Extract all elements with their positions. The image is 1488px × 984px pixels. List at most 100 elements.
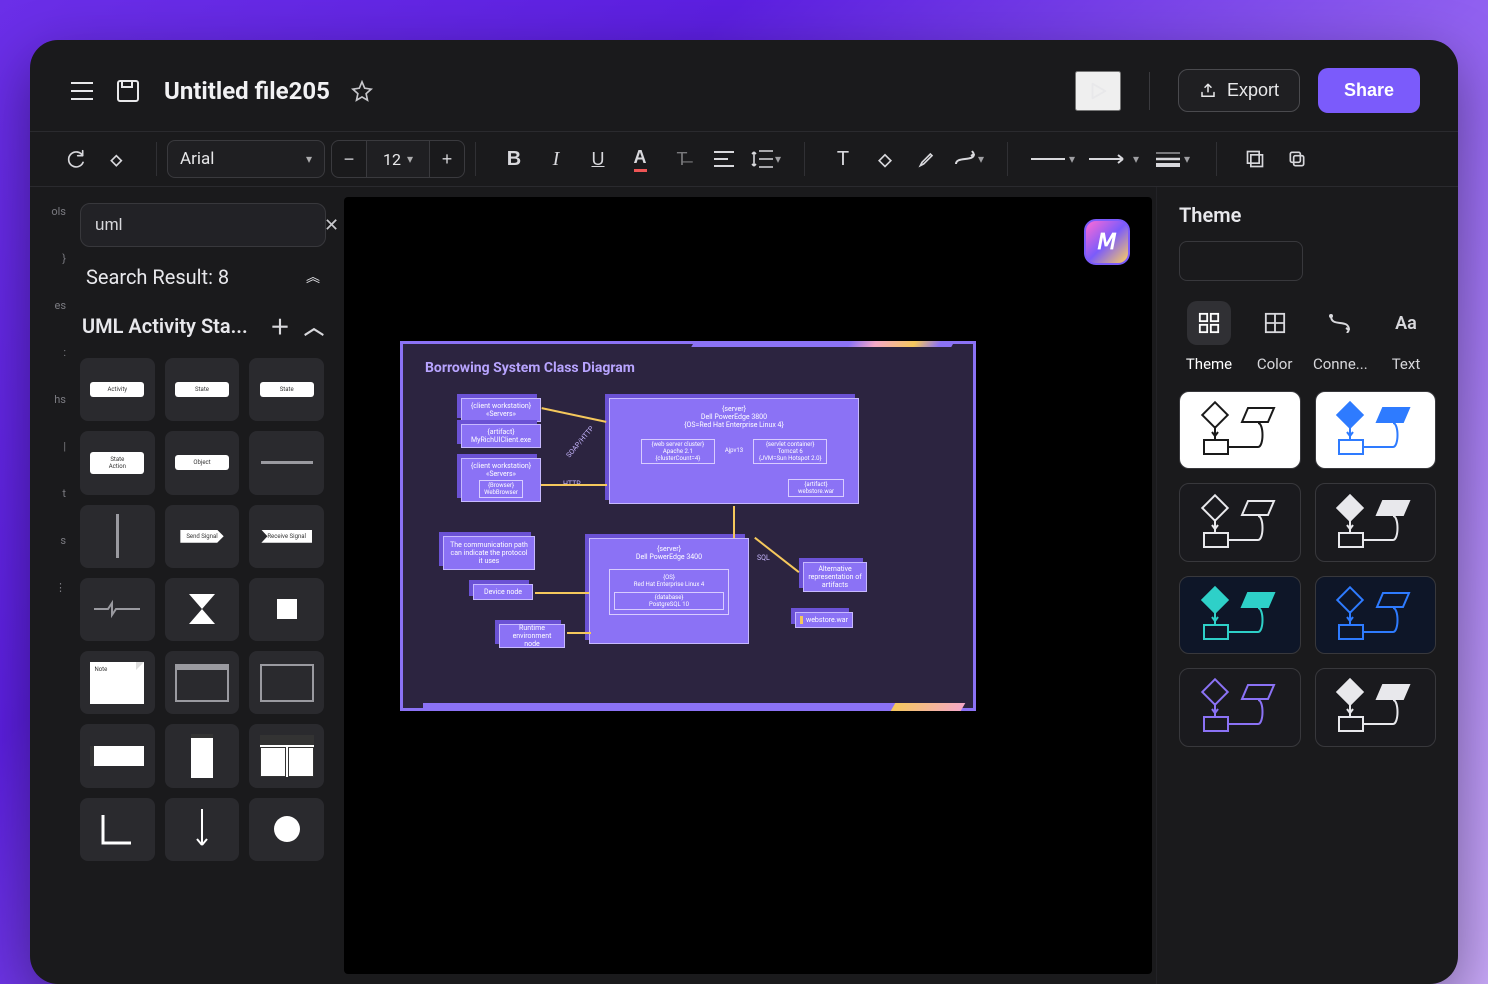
shape-cell[interactable]: Note — [80, 651, 155, 714]
shape-cell[interactable] — [249, 431, 324, 494]
shape-cell[interactable] — [249, 798, 324, 861]
favorite-star-icon[interactable] — [348, 77, 376, 105]
font-family-dropdown[interactable]: Arial ▾ — [167, 140, 325, 178]
tab-text[interactable]: Aa Text — [1376, 301, 1436, 373]
node-alt[interactable]: Alternative representation of artifacts — [803, 562, 867, 592]
shape-cell[interactable] — [165, 578, 240, 641]
chevron-down-icon: ▾ — [306, 152, 312, 166]
shape-cell[interactable]: State — [249, 358, 324, 421]
menu-icon[interactable] — [68, 77, 96, 105]
export-button[interactable]: Export — [1178, 69, 1300, 112]
diagram-frame[interactable]: Borrowing System Class Diagram {client w… — [400, 341, 976, 711]
theme-option[interactable] — [1315, 576, 1437, 654]
search-input[interactable] — [95, 215, 316, 235]
shape-cell[interactable] — [80, 798, 155, 861]
save-icon[interactable] — [114, 77, 142, 105]
arrow-style-icon[interactable]: ▾ — [1084, 141, 1144, 177]
strikethrough-icon[interactable]: T̶ — [664, 141, 700, 177]
theme-option[interactable] — [1179, 668, 1301, 746]
shape-cell[interactable] — [80, 724, 155, 787]
node-client1[interactable]: {client workstation}«Servers» — [461, 398, 541, 422]
font-family-value: Arial — [180, 149, 214, 169]
shape-cell[interactable]: Send Signal — [165, 505, 240, 568]
line-spacing-icon[interactable]: ▾ — [748, 141, 784, 177]
canvas[interactable]: 𝘔 Borrowing System Class Diagram {client… — [344, 197, 1152, 974]
bold-icon[interactable]: B — [496, 141, 532, 177]
text-tool-icon[interactable]: T — [825, 141, 861, 177]
highlight-icon[interactable] — [909, 141, 945, 177]
file-title[interactable]: Untitled file205 — [164, 77, 330, 105]
theme-option[interactable] — [1179, 391, 1301, 469]
rail-item[interactable]: es — [54, 299, 66, 312]
shape-cell[interactable]: Object — [165, 431, 240, 494]
shape-cell[interactable]: Receive Signal — [249, 505, 324, 568]
align-icon[interactable] — [706, 141, 742, 177]
copy-icon[interactable] — [1279, 141, 1315, 177]
theme-option[interactable] — [1179, 483, 1301, 561]
theme-option[interactable] — [1315, 391, 1437, 469]
connector-tool-icon[interactable]: ▾ — [951, 141, 987, 177]
share-button[interactable]: Share — [1318, 68, 1420, 113]
top-bar: Untitled file205 Export Share — [30, 40, 1458, 131]
font-size-increase[interactable]: + — [430, 141, 464, 177]
shape-cell[interactable] — [80, 578, 155, 641]
node-artifact1[interactable]: {artifact}MyRichUIClient.exe — [461, 424, 541, 448]
connector-icon — [1318, 301, 1362, 345]
current-theme-preview[interactable] — [1179, 241, 1303, 281]
shape-cell[interactable]: State Action — [80, 431, 155, 494]
shape-cell[interactable] — [249, 578, 324, 641]
shape-cell[interactable] — [249, 724, 324, 787]
node-runtime[interactable]: Runtime environment node — [499, 624, 565, 648]
shape-cell[interactable]: State — [165, 358, 240, 421]
shape-cell[interactable] — [165, 798, 240, 861]
node-comm-note[interactable]: The communication path can indicate the … — [443, 536, 535, 570]
format-painter-icon[interactable] — [100, 141, 136, 177]
share-label: Share — [1344, 80, 1394, 100]
panel-title: Theme — [1179, 203, 1436, 227]
font-size-group: − 12 ▾ + — [331, 140, 465, 178]
node-client2[interactable]: {client workstation}«Servers» {Browser}W… — [461, 458, 541, 502]
tab-color[interactable]: Color — [1245, 301, 1305, 373]
shapes-panel: ✕ Search Result: 8 ︽ UML Activity Sta...… — [66, 187, 340, 984]
rail-item[interactable]: ⋮ — [55, 581, 66, 594]
font-color-icon[interactable]: A — [622, 141, 658, 177]
format-toolbar: Arial ▾ − 12 ▾ + B I U A T̶ ▾ — [30, 131, 1458, 187]
ai-assist-icon[interactable]: 𝘔 — [1084, 219, 1130, 265]
redo-icon[interactable] — [58, 141, 94, 177]
italic-icon[interactable]: I — [538, 141, 574, 177]
theme-option[interactable] — [1179, 576, 1301, 654]
layers-icon[interactable] — [1237, 141, 1273, 177]
shape-cell[interactable] — [165, 724, 240, 787]
line-weight-icon[interactable]: ▾ — [1150, 141, 1196, 177]
rail-item[interactable]: hs — [54, 393, 66, 406]
workspace-body: ols } es : hs | t s ⋮ ✕ Search Result: 8… — [30, 187, 1458, 984]
shape-cell[interactable] — [249, 651, 324, 714]
rail-item[interactable]: ols — [51, 205, 66, 218]
shape-cell[interactable] — [80, 505, 155, 568]
node-server2[interactable]: {server}Dell PowerEdge 3400 {OS}Red Hat … — [589, 538, 749, 644]
add-category-icon[interactable]: ＋ — [270, 311, 290, 340]
shape-cell[interactable]: Activity — [80, 358, 155, 421]
theme-option[interactable] — [1315, 483, 1437, 561]
underline-icon[interactable]: U — [580, 141, 616, 177]
clear-search-icon[interactable]: ✕ — [324, 215, 339, 236]
tab-theme[interactable]: Theme — [1179, 301, 1239, 373]
shape-category-row[interactable]: UML Activity Sta... ＋ ︿ — [80, 307, 326, 344]
font-size-dropdown[interactable]: 12 ▾ — [366, 141, 430, 177]
font-size-decrease[interactable]: − — [332, 141, 366, 177]
export-label: Export — [1227, 80, 1279, 101]
present-button[interactable] — [1075, 71, 1121, 111]
search-result-label: Search Result: 8 — [86, 265, 229, 289]
line-style-icon[interactable]: ▾ — [1028, 141, 1078, 177]
color-grid-icon — [1253, 301, 1297, 345]
fill-color-icon[interactable] — [867, 141, 903, 177]
node-device[interactable]: Device node — [473, 584, 533, 600]
node-webstore2[interactable]: webstore.war — [795, 612, 853, 628]
collapse-all-icon[interactable]: ︽ — [306, 267, 320, 287]
chevron-down-icon: ▾ — [407, 152, 413, 166]
tab-connector[interactable]: Conne... — [1310, 301, 1370, 373]
shape-cell[interactable] — [165, 651, 240, 714]
node-server[interactable]: {server} Dell PowerEdge 3800 {OS=Red Hat… — [609, 398, 859, 504]
collapse-category-icon[interactable]: ︿ — [304, 311, 324, 340]
theme-option[interactable] — [1315, 668, 1437, 746]
